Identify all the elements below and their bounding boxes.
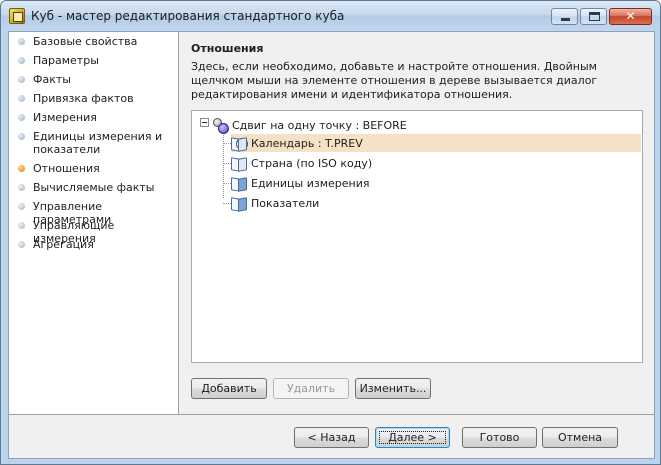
- close-button[interactable]: ✕: [609, 8, 652, 25]
- nav-item-fact-binding[interactable]: Привязка фактов: [9, 92, 179, 105]
- tree-node-label: Показатели: [251, 196, 320, 210]
- tree-node-indicators[interactable]: Показатели: [231, 194, 319, 212]
- relation-icon: [212, 118, 229, 134]
- back-button[interactable]: < Назад: [294, 427, 369, 448]
- next-button[interactable]: Далее >: [375, 427, 450, 448]
- wizard-footer: < Назад Далее > Готово Отмена: [9, 414, 654, 458]
- step-bullet-icon: [18, 57, 25, 64]
- tree-node-label: Сдвиг на одну точку : BEFORE: [232, 118, 407, 132]
- tree-root-node[interactable]: Сдвиг на одну точку : BEFORE: [212, 116, 407, 134]
- add-relation-button[interactable]: Добавить: [191, 378, 267, 399]
- nav-item-calculated-facts[interactable]: Вычисляемые факты: [9, 181, 179, 194]
- dimension-icon: [231, 176, 247, 190]
- nav-item-label: Агрегация: [33, 238, 94, 251]
- edit-relation-button[interactable]: Изменить...: [355, 378, 431, 399]
- step-bullet-icon: [18, 133, 25, 140]
- step-bullet-icon: [18, 203, 25, 210]
- step-bullet-icon: [18, 76, 25, 83]
- clock-icon: [236, 138, 248, 150]
- title-bar[interactable]: Куб - мастер редактирования стандартного…: [1, 1, 660, 31]
- step-bullet-icon: [18, 114, 25, 121]
- tree-node-units[interactable]: Единицы измерения: [231, 174, 370, 192]
- tree-node-label: Календарь : T.PREV: [251, 136, 363, 150]
- close-icon: ✕: [625, 9, 636, 23]
- nav-item-dimensions[interactable]: Измерения: [9, 111, 179, 124]
- finish-button[interactable]: Готово: [462, 427, 537, 448]
- maximize-icon: [589, 12, 600, 21]
- nav-item-label: Вычисляемые факты: [33, 181, 155, 194]
- window-title: Куб - мастер редактирования стандартного…: [31, 9, 345, 23]
- nav-item-basic-properties[interactable]: Базовые свойства: [9, 35, 179, 48]
- calendar-dimension-icon: [231, 136, 248, 150]
- wizard-client-area: Базовые свойства Параметры Факты Привязк…: [8, 31, 655, 459]
- page-title: Отношения: [191, 42, 264, 55]
- cancel-button[interactable]: Отмена: [542, 427, 618, 448]
- collapse-toggle-icon[interactable]: [200, 118, 209, 127]
- maximize-button[interactable]: [580, 8, 607, 25]
- nav-item-relations[interactable]: Отношения: [9, 162, 179, 175]
- nav-item-label: Измерения: [33, 111, 97, 124]
- nav-item-units-and-indicators[interactable]: Единицы измерения и показатели: [9, 130, 169, 156]
- tree-node-label: Страна (по ISO коду): [251, 156, 373, 170]
- step-bullet-icon: [18, 241, 25, 248]
- step-bullet-icon: [18, 95, 25, 102]
- step-bullet-active-icon: [18, 165, 25, 172]
- nav-item-label: Параметры: [33, 54, 99, 67]
- nav-item-aggregation[interactable]: Агрегация: [9, 238, 179, 251]
- nav-item-parameters[interactable]: Параметры: [9, 54, 179, 67]
- nav-item-label: Отношения: [33, 162, 100, 175]
- dimension-icon: [231, 196, 247, 210]
- caption-buttons: ✕: [551, 8, 652, 27]
- tree-node-country[interactable]: Страна (по ISO коду): [231, 154, 372, 172]
- nav-item-label: Факты: [33, 73, 71, 86]
- tree-node-label: Единицы измерения: [251, 176, 370, 190]
- nav-item-label: Единицы измерения и показатели: [33, 130, 163, 156]
- cube-app-icon: [9, 8, 25, 24]
- dictionary-icon: [231, 156, 247, 170]
- nav-item-label: Привязка фактов: [33, 92, 134, 105]
- step-bullet-icon: [18, 184, 25, 191]
- nav-item-label: Базовые свойства: [33, 35, 138, 48]
- wizard-window: Куб - мастер редактирования стандартного…: [0, 0, 661, 465]
- minimize-button[interactable]: [551, 8, 578, 25]
- tree-node-calendar[interactable]: Календарь : T.PREV: [231, 134, 641, 152]
- minimize-icon: [561, 18, 570, 21]
- step-bullet-icon: [18, 38, 25, 45]
- relations-tree[interactable]: Сдвиг на одну точку : BEFORE Календарь :…: [191, 110, 643, 363]
- nav-item-facts[interactable]: Факты: [9, 73, 179, 86]
- relations-page: Отношения Здесь, если необходимо, добавь…: [180, 32, 654, 414]
- tree-connector: [223, 126, 224, 198]
- step-bullet-icon: [18, 222, 25, 229]
- page-description: Здесь, если необходимо, добавьте и настр…: [191, 60, 598, 101]
- delete-relation-button[interactable]: Удалить: [273, 378, 349, 399]
- wizard-steps-nav: Базовые свойства Параметры Факты Привязк…: [9, 32, 179, 414]
